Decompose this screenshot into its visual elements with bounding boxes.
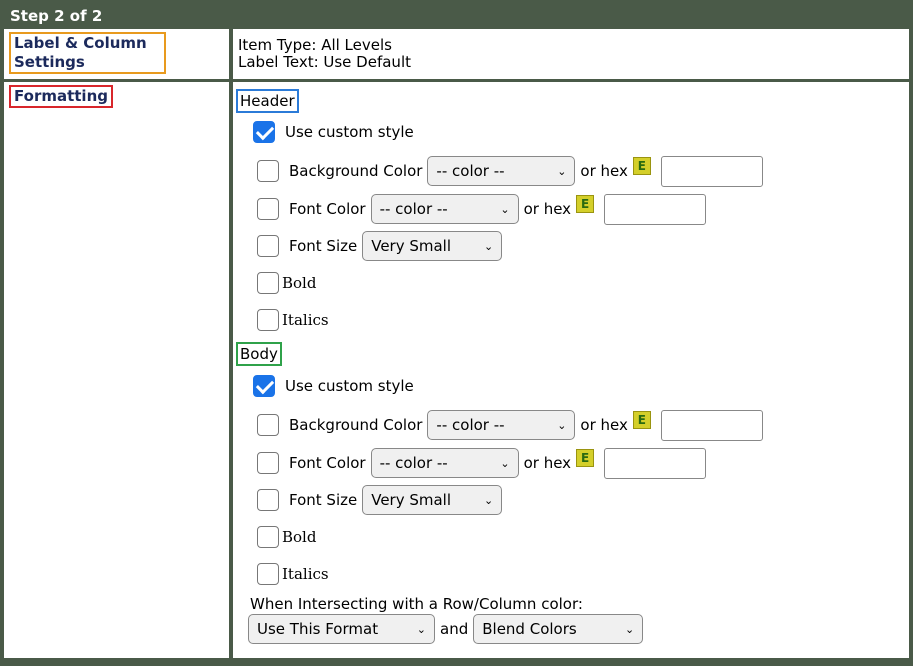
header-font-color-select[interactable]: -- color -- ⌄ xyxy=(370,194,519,224)
body-font-size-row: Font Size Very Small ⌄ xyxy=(257,483,503,517)
header-use-custom-style-checkbox[interactable] xyxy=(253,121,275,143)
body-italics-label: Italics xyxy=(282,565,329,583)
body-bold-row[interactable]: Bold xyxy=(257,520,316,554)
chevron-down-icon: ⌄ xyxy=(484,493,494,507)
header-font-or-hex-label: or hex xyxy=(523,200,572,218)
header-font-size-label: Font Size xyxy=(289,237,358,255)
body-font-size-label: Font Size xyxy=(289,491,358,509)
body-italics-checkbox[interactable] xyxy=(257,563,279,585)
header-use-custom-style-label: Use custom style xyxy=(285,123,414,141)
body-background-e-button[interactable]: E xyxy=(632,411,651,429)
body-bold-checkbox[interactable] xyxy=(257,526,279,548)
body-background-color-label: Background Color xyxy=(289,416,423,434)
label-column-settings-cell: Label & Column Settings xyxy=(4,29,229,79)
body-font-color-select-value: -- color -- xyxy=(379,454,448,472)
body-background-color-row: Background Color -- color -- ⌄ or hex E xyxy=(257,408,763,442)
body-bold-label: Bold xyxy=(282,528,317,546)
item-type-text: Item Type: All Levels xyxy=(238,36,392,54)
body-background-color-select-value: -- color -- xyxy=(436,416,505,434)
intersect-and-label: and xyxy=(440,620,469,638)
header-background-color-row: Background Color -- color -- ⌄ or hex E xyxy=(257,154,763,188)
label-column-settings-info: Item Type: All Levels Label Text: Use De… xyxy=(233,29,909,79)
body-use-custom-style-row[interactable]: Use custom style xyxy=(253,369,414,403)
body-font-color-row: Font Color -- color -- ⌄ or hex E xyxy=(257,446,707,480)
intersect-blend-select-value: Blend Colors xyxy=(482,620,577,638)
label-text-text: Label Text: Use Default xyxy=(238,53,411,71)
chevron-down-icon: ⌄ xyxy=(500,456,510,470)
body-background-or-hex-label: or hex xyxy=(580,416,628,434)
body-use-custom-style-checkbox[interactable] xyxy=(253,375,275,397)
intersect-format-select-value: Use This Format xyxy=(257,620,379,638)
body-font-size-select-value: Very Small xyxy=(371,491,452,509)
body-background-color-checkbox[interactable] xyxy=(257,414,279,436)
header-font-color-select-value: -- color -- xyxy=(379,200,448,218)
chevron-down-icon: ⌄ xyxy=(500,202,510,216)
body-font-color-checkbox[interactable] xyxy=(257,452,279,474)
formatting-link[interactable]: Formatting xyxy=(9,85,113,108)
header-italics-checkbox[interactable] xyxy=(257,309,279,331)
header-italics-row[interactable]: Italics xyxy=(257,303,329,337)
header-group-label: Header xyxy=(236,89,299,113)
header-background-or-hex-label: or hex xyxy=(580,162,628,180)
body-font-e-button[interactable]: E xyxy=(576,449,595,467)
intersect-row: Use This Format ⌄ and Blend Colors ⌄ xyxy=(248,612,644,646)
header-background-color-select[interactable]: -- color -- ⌄ xyxy=(427,156,576,186)
header-background-hex-input[interactable] xyxy=(660,155,763,187)
chevron-down-icon: ⌄ xyxy=(484,239,494,253)
header-background-color-select-value: -- color -- xyxy=(436,162,505,180)
intersect-label: When Intersecting with a Row/Column colo… xyxy=(250,595,583,613)
header-font-color-row: Font Color -- color -- ⌄ or hex E xyxy=(257,192,707,226)
header-bold-row[interactable]: Bold xyxy=(257,266,316,300)
intersect-blend-select[interactable]: Blend Colors ⌄ xyxy=(473,614,644,644)
chevron-down-icon: ⌄ xyxy=(557,418,567,432)
label-column-settings-link[interactable]: Label & Column Settings xyxy=(9,32,166,74)
header-font-e-button[interactable]: E xyxy=(576,195,595,213)
header-background-color-label: Background Color xyxy=(289,162,423,180)
body-font-color-label: Font Color xyxy=(289,454,366,472)
body-background-hex-input[interactable] xyxy=(660,409,763,441)
header-background-color-checkbox[interactable] xyxy=(257,160,279,182)
body-use-custom-style-label: Use custom style xyxy=(285,377,414,395)
header-font-size-select[interactable]: Very Small ⌄ xyxy=(362,231,503,261)
label-column-settings-row: Label & Column Settings Item Type: All L… xyxy=(4,29,909,79)
chevron-down-icon: ⌄ xyxy=(625,622,635,636)
header-font-size-checkbox[interactable] xyxy=(257,235,279,257)
body-font-size-select[interactable]: Very Small ⌄ xyxy=(362,485,503,515)
intersect-format-select[interactable]: Use This Format ⌄ xyxy=(248,614,435,644)
body-font-hex-input[interactable] xyxy=(604,447,707,479)
header-background-e-button[interactable]: E xyxy=(632,157,651,175)
chevron-down-icon: ⌄ xyxy=(416,622,426,636)
header-font-color-checkbox[interactable] xyxy=(257,198,279,220)
formatting-row: Formatting Header Use custom style Backg… xyxy=(4,82,909,658)
header-font-color-label: Font Color xyxy=(289,200,366,218)
body-background-color-select[interactable]: -- color -- ⌄ xyxy=(427,410,576,440)
header-italics-label: Italics xyxy=(282,311,329,329)
header-use-custom-style-row[interactable]: Use custom style xyxy=(253,115,414,149)
formatting-options: Header Use custom style Background Color… xyxy=(233,82,909,658)
header-font-size-select-value: Very Small xyxy=(371,237,452,255)
body-font-color-select[interactable]: -- color -- ⌄ xyxy=(370,448,519,478)
header-font-hex-input[interactable] xyxy=(604,193,707,225)
header-bold-checkbox[interactable] xyxy=(257,272,279,294)
chevron-down-icon: ⌄ xyxy=(557,164,567,178)
step-title: Step 2 of 2 xyxy=(10,7,103,25)
body-font-size-checkbox[interactable] xyxy=(257,489,279,511)
body-font-or-hex-label: or hex xyxy=(523,454,572,472)
body-group-label: Body xyxy=(236,342,282,366)
header-font-size-row: Font Size Very Small ⌄ xyxy=(257,229,503,263)
formatting-label-cell: Formatting xyxy=(4,82,229,658)
body-italics-row[interactable]: Italics xyxy=(257,557,329,591)
header-bold-label: Bold xyxy=(282,274,317,292)
